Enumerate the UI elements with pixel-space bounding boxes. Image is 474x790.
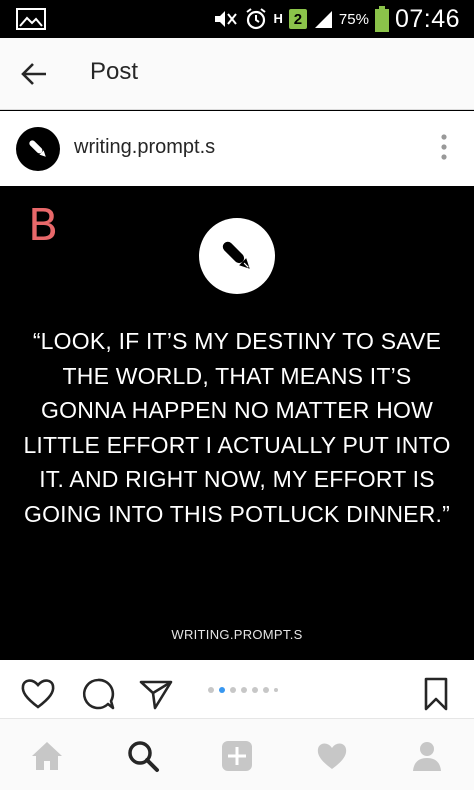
add-icon[interactable]: [220, 739, 254, 773]
page-title: Post: [90, 58, 139, 85]
carousel-dot: [230, 687, 236, 693]
status-bar: H 2 75% 07:46: [0, 0, 474, 38]
post-image[interactable]: B “LOOK, IF IT’S MY DESTINY TO SAVE THE …: [0, 186, 474, 660]
alarm-icon: [245, 8, 266, 30]
gallery-icon: [16, 8, 46, 30]
watermark-text: WRITING.PROMPT.S: [171, 627, 303, 642]
bookmark-icon[interactable]: [418, 676, 454, 712]
app-bar: Post: [0, 38, 474, 110]
clock: 07:46: [394, 4, 460, 33]
battery-icon: [374, 6, 389, 32]
pen-icon: [29, 140, 46, 157]
network-type-label: H: [273, 11, 283, 26]
heart-icon[interactable]: [20, 676, 56, 712]
carousel-dot: [274, 688, 278, 692]
carousel-indicator: [208, 687, 278, 693]
sim-badge: 2: [288, 9, 307, 29]
battery-percentage: 75%: [338, 10, 369, 28]
pen-badge: [199, 218, 275, 294]
back-arrow-icon[interactable]: [18, 58, 50, 90]
bottom-navigation: [0, 718, 474, 790]
carousel-dot: [241, 687, 247, 693]
comment-icon[interactable]: [80, 676, 116, 712]
carousel-dot: [208, 687, 214, 693]
activity-heart-icon[interactable]: [315, 739, 349, 773]
username[interactable]: writing.prompt.s: [74, 136, 215, 159]
send-icon[interactable]: [138, 676, 174, 712]
mute-icon: [214, 11, 237, 27]
quote-text: “LOOK, IF IT’S MY DESTINY TO SAVE THE WO…: [23, 328, 451, 527]
corner-letter: B: [28, 200, 59, 251]
carousel-dot: [252, 687, 258, 693]
pen-icon: [222, 241, 250, 269]
profile-icon[interactable]: [410, 739, 444, 773]
carousel-dot: [219, 687, 225, 693]
home-icon[interactable]: [30, 739, 64, 773]
avatar[interactable]: [16, 127, 60, 171]
signal-icon: [314, 11, 332, 28]
post-actions: [0, 660, 474, 718]
search-icon[interactable]: [126, 739, 160, 773]
carousel-dot: [263, 687, 269, 693]
more-vertical-icon[interactable]: [440, 133, 448, 161]
post-header: writing.prompt.s: [0, 111, 474, 186]
